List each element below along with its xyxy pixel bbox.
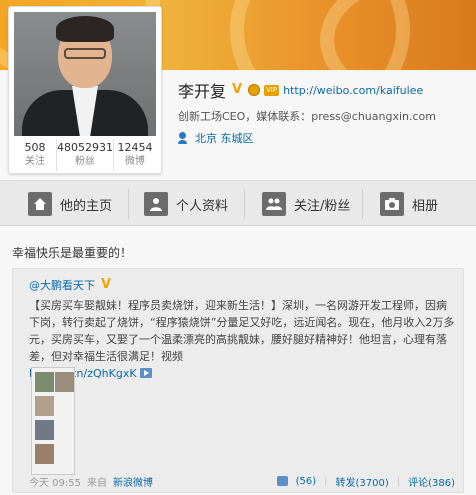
camera-icon <box>380 192 404 216</box>
stat-label: 关注 <box>25 156 45 167</box>
like-count[interactable]: (56) <box>296 476 317 487</box>
profile-nav: 他的主页 个人资料 关注/粉丝 相册 <box>0 180 476 226</box>
tab-album[interactable]: 相册 <box>380 189 438 219</box>
person-location-icon <box>178 132 187 144</box>
repost-author-row: @大鹏看天下 V <box>29 277 113 293</box>
profile-location: 北京 东城区 <box>178 130 254 146</box>
verified-badge-icon[interactable]: V <box>230 83 244 97</box>
action-divider: | <box>396 475 401 487</box>
thumbs-up-icon[interactable] <box>276 476 288 486</box>
location-text[interactable]: 北京 东城区 <box>195 130 254 146</box>
repost-body: 【买房买车娶靓妹！程序员卖烧饼，迎来新生活！】深圳，一名网游开发工程师，因病下岗… <box>29 299 455 363</box>
vip-badge-icon[interactable]: VIP <box>264 84 280 96</box>
person-icon <box>144 192 168 216</box>
tab-label: 关注/粉丝 <box>294 198 351 214</box>
source-link[interactable]: 新浪微博 <box>113 474 153 489</box>
nav-divider <box>362 189 363 219</box>
stat-number: 12454 <box>117 141 153 154</box>
avatar-glasses <box>64 48 106 59</box>
repost-author-link[interactable]: @大鹏看天下 <box>29 277 95 293</box>
stat-posts[interactable]: 12454 微博 <box>114 139 156 171</box>
source-prefix: 来自 <box>87 477 107 489</box>
stat-label: 微博 <box>125 156 145 167</box>
avatar[interactable] <box>14 12 156 136</box>
repost-text: 【买房买车娶靓妹！程序员卖烧饼，迎来新生活！】深圳，一名网游开发工程师，因病下岗… <box>29 297 455 382</box>
nav-divider <box>128 189 129 219</box>
thumbnail-tile <box>35 444 54 464</box>
avatar-card: 508 关注 48052931 粉丝 12454 微博 <box>8 6 162 174</box>
avatar-hair <box>56 16 114 42</box>
tab-home[interactable]: 他的主页 <box>28 189 112 219</box>
post-text: 幸福快乐是最重要的！ <box>12 246 133 260</box>
stat-followers[interactable]: 48052931 粉丝 <box>57 139 114 171</box>
stat-number: 48052931 <box>57 141 113 154</box>
stat-number: 508 <box>24 141 46 154</box>
comment-button[interactable]: 评论(386) <box>408 474 455 489</box>
profile-stats: 508 关注 48052931 粉丝 12454 微博 <box>14 139 156 171</box>
repost-image-thumbnail[interactable] <box>31 367 75 475</box>
thumbnail-tile <box>55 372 74 392</box>
repost-meta: 今天 09:55 来自 新浪微博 <box>29 474 153 489</box>
thumbnail-tile <box>35 372 54 392</box>
action-divider: | <box>324 475 328 487</box>
stat-following[interactable]: 508 关注 <box>14 139 57 171</box>
repost-button[interactable]: 转发(3700) <box>335 474 388 489</box>
profile-name-row: 李开复 V VIP http://weibo.com/kaifulee <box>178 80 423 101</box>
tab-label: 相册 <box>412 198 439 214</box>
verified-badge-icon[interactable]: V <box>99 278 113 292</box>
profile-url-link[interactable]: http://weibo.com/kaifulee <box>283 84 423 97</box>
video-icon[interactable] <box>140 368 153 378</box>
profile-name: 李开复 <box>178 82 227 101</box>
tab-label: 个人资料 <box>176 198 229 214</box>
tab-label: 他的主页 <box>60 198 113 214</box>
post-time[interactable]: 今天 09:55 <box>29 474 81 489</box>
nav-divider <box>244 189 245 219</box>
tab-follow[interactable]: 关注/粉丝 <box>262 189 350 219</box>
profile-bio: 创新工场CEO，媒体联系：press@chuangxin.com <box>178 110 436 123</box>
home-icon <box>28 192 52 216</box>
thumbnail-tile <box>35 396 54 416</box>
repost-footer: 今天 09:55 来自 新浪微博 (56) | 转发(3700) | 评论(38… <box>29 473 455 489</box>
stat-label: 粉丝 <box>75 156 95 167</box>
tab-profile-info[interactable]: 个人资料 <box>144 189 228 219</box>
thumbnail-tile <box>35 420 54 440</box>
banner-decoration <box>320 0 476 70</box>
people-icon <box>262 192 286 216</box>
repost-actions: (56) | 转发(3700) | 评论(386) <box>276 474 455 489</box>
medal-icon[interactable] <box>248 84 261 96</box>
repost-box: @大鹏看天下 V 【买房买车娶靓妹！程序员卖烧饼，迎来新生活！】深圳，一名网游开… <box>12 268 464 493</box>
feed-content: 幸福快乐是最重要的！ @大鹏看天下 V 【买房买车娶靓妹！程序员卖烧饼，迎来新生… <box>0 226 476 495</box>
